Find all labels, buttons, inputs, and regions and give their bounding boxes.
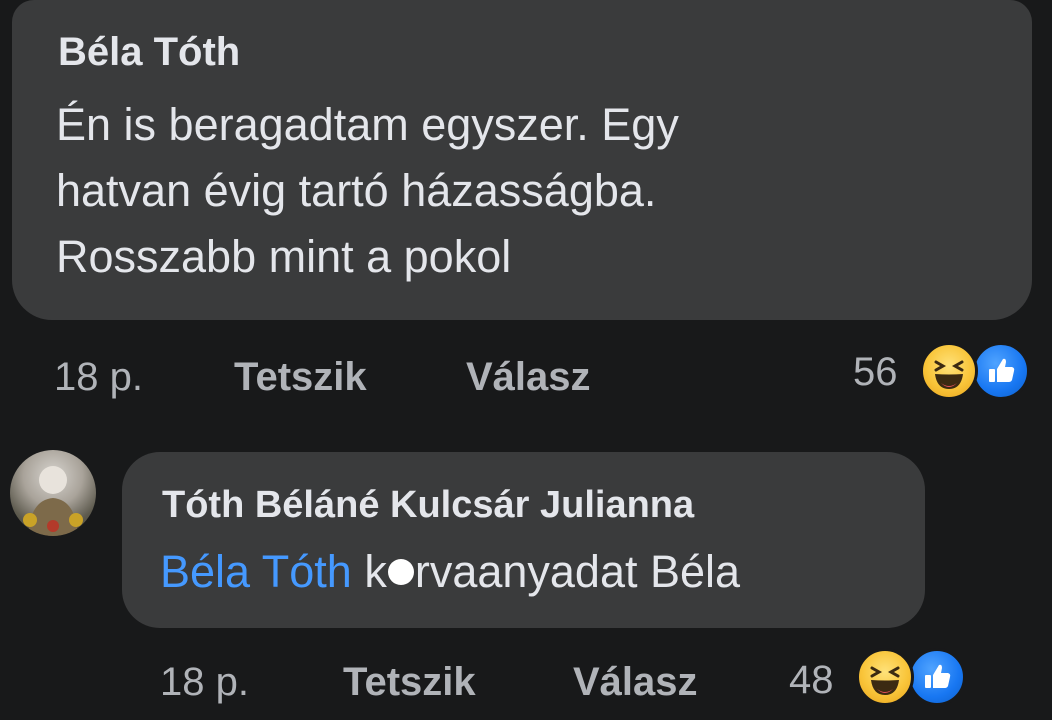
censor-blot [387, 559, 414, 586]
comment-author[interactable]: Béla Tóth [58, 30, 240, 75]
comment-text-line: Rosszabb mint a pokol [56, 231, 512, 282]
reply-button[interactable]: Válasz [466, 355, 591, 400]
comment-timestamp[interactable]: 18 p. [54, 355, 143, 400]
like-icon[interactable] [908, 648, 966, 706]
reply-text: Béla Tóth k rvaanyadat Béla [160, 540, 740, 604]
haha-icon[interactable] [856, 648, 914, 706]
reply-text-part: rvaanyadat Béla [414, 546, 741, 597]
avatar[interactable] [10, 450, 96, 536]
reaction-count[interactable]: 48 [789, 658, 834, 703]
comment-text: Én is beragadtam egyszer. Egy hatvan évi… [56, 92, 956, 290]
haha-icon[interactable] [920, 342, 978, 400]
comment-text-line: hatvan évig tartó házasságba. [56, 165, 657, 216]
reply-button[interactable]: Válasz [573, 660, 698, 705]
reaction-count[interactable]: 56 [853, 350, 898, 395]
like-button[interactable]: Tetszik [234, 355, 367, 400]
like-icon[interactable] [972, 342, 1030, 400]
reply-author[interactable]: Tóth Béláné Kulcsár Julianna [162, 484, 694, 527]
comment-text-line: Én is beragadtam egyszer. Egy [56, 99, 679, 150]
reply-timestamp[interactable]: 18 p. [160, 660, 249, 705]
like-button[interactable]: Tetszik [343, 660, 476, 705]
mention-link[interactable]: Béla Tóth [160, 546, 352, 597]
reply-text-part: k [351, 546, 387, 597]
